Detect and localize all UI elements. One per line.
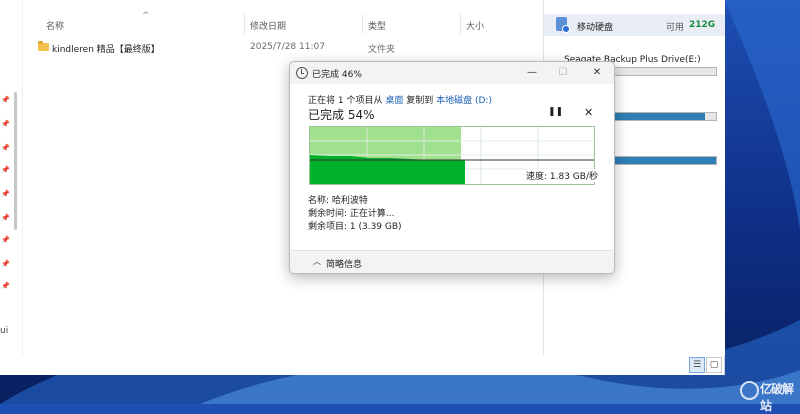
watermark-logo: 亿破解站	[740, 380, 798, 413]
percent-complete: 已完成 54%	[308, 108, 375, 122]
dialog-title: 已完成 46%	[312, 70, 362, 80]
navigation-pane[interactable]: 📌 📌 📌 📌 📌 📌 📌 📌 📌 ui	[0, 0, 23, 355]
available-label: 可用	[666, 23, 685, 33]
pin-icon[interactable]: 📌	[1, 260, 10, 268]
close-button[interactable]: ✕	[582, 64, 612, 82]
copy-description: 正在将 1 个项目从 桌面 复制到 本地磁盘 (D:)	[308, 93, 492, 106]
file-type: 文件夹	[368, 45, 396, 55]
destination-link[interactable]: 本地磁盘 (D:)	[436, 96, 492, 106]
nav-scrollbar[interactable]	[14, 92, 17, 230]
file-name-row: 名称: 哈利波特	[308, 196, 368, 206]
details-view-icon[interactable]: ☰	[689, 357, 705, 373]
table-row[interactable]: kindleren 精品【最终版】 2025/7/28 11:07 文件夹	[22, 40, 542, 56]
logo-text: 亿破解站	[760, 382, 794, 413]
clock-icon	[296, 67, 308, 79]
file-modified: 2025/7/28 11:07	[250, 42, 325, 52]
column-header: ^ 名称 修改日期 类型 大小	[22, 11, 542, 34]
file-name: kindleren 精品【最终版】	[52, 45, 160, 55]
preview-view-icon[interactable]: ▢	[706, 357, 722, 373]
column-type[interactable]: 类型	[368, 19, 386, 32]
drive-icon	[556, 17, 570, 33]
source-link[interactable]: 桌面	[385, 96, 403, 106]
pin-icon[interactable]: 📌	[1, 214, 10, 222]
pin-icon[interactable]: 📌	[1, 282, 10, 290]
status-bar: ☰ ▢	[0, 355, 724, 375]
pin-icon[interactable]: 📌	[1, 120, 10, 128]
copy-progress-dialog: 已完成 46% — ☐ ✕ 正在将 1 个项目从 桌面 复制到 本地磁盘 (D:…	[289, 61, 615, 274]
folder-icon	[38, 41, 49, 51]
minimize-button[interactable]: —	[517, 64, 547, 82]
maximize-button[interactable]: ☐	[548, 64, 578, 82]
column-divider[interactable]	[244, 14, 245, 34]
copy-prefix: 正在将 1 个项目从	[308, 96, 383, 106]
logo-icon	[740, 381, 759, 400]
chevron-up-icon: ︿	[313, 257, 321, 266]
cancel-icon[interactable]: ✕	[584, 106, 593, 119]
column-divider[interactable]	[362, 14, 363, 34]
dialog-body: 正在将 1 个项目从 桌面 复制到 本地磁盘 (D:) 已完成 54% ❚❚ ✕…	[290, 84, 614, 273]
brief-info-toggle[interactable]: ︿ 简略信息	[290, 251, 614, 273]
column-modified[interactable]: 修改日期	[250, 19, 286, 32]
pause-icon[interactable]: ❚❚	[548, 107, 563, 117]
items-remaining-row: 剩余项目: 1 (3.39 GB)	[308, 222, 402, 232]
pin-icon[interactable]: 📌	[1, 236, 10, 244]
copy-to-label: 复制到	[406, 96, 434, 106]
nav-item-label[interactable]: ui	[0, 326, 8, 336]
drive-name: 移动硬盘	[577, 23, 614, 33]
pin-icon[interactable]: 📌	[1, 144, 10, 152]
column-size[interactable]: 大小	[466, 19, 484, 32]
pin-icon[interactable]: 📌	[1, 166, 10, 174]
brief-info-label: 简略信息	[326, 260, 363, 270]
column-name[interactable]: 名称	[46, 19, 64, 32]
sort-up-icon: ^	[142, 11, 150, 21]
pin-icon[interactable]: 📌	[1, 96, 10, 104]
time-remaining-row: 剩余时间: 正在计算...	[308, 209, 395, 219]
available-value: 212G	[689, 20, 716, 30]
dialog-titlebar[interactable]: 已完成 46% — ☐ ✕	[290, 62, 614, 84]
speed-readout: 速度: 1.83 GB/秒	[525, 169, 599, 182]
column-divider[interactable]	[460, 14, 461, 34]
drive-item[interactable]: 移动硬盘 可用 212G	[544, 14, 725, 36]
pin-icon[interactable]: 📌	[1, 190, 10, 198]
